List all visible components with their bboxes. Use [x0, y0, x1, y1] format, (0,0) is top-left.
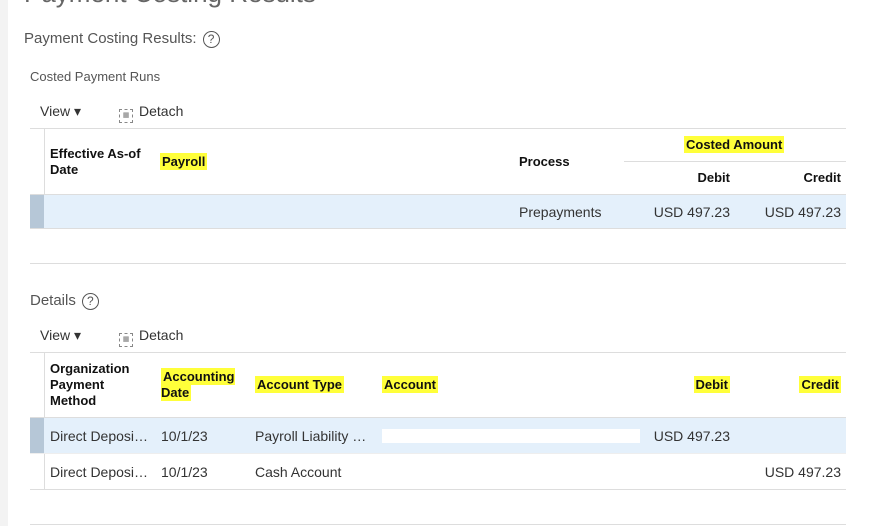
col-account-type[interactable]: Account Type	[255, 376, 344, 393]
col-org-payment-method[interactable]: Organization Payment Method	[50, 361, 150, 409]
cell-credit: USD 497.23	[764, 464, 841, 480]
row-selector[interactable]	[30, 195, 44, 228]
col-credit[interactable]: Credit	[741, 170, 841, 186]
cell-type: Cash Account	[255, 464, 342, 480]
col-accounting-date-label: Accounting Date	[161, 368, 235, 401]
details-title: Details?	[30, 292, 99, 310]
cell-process: Prepayments	[519, 204, 602, 220]
view-menu[interactable]: View ▾	[40, 103, 81, 120]
divider	[30, 263, 846, 264]
col-debit[interactable]: Debit	[630, 170, 731, 186]
costed-amount-label: Costed Amount	[684, 136, 785, 153]
help-icon[interactable]: ?	[81, 292, 99, 310]
help-icon[interactable]: ?	[202, 30, 220, 48]
table-row[interactable]: Direct Deposi… 10/1/23 Cash Account USD …	[30, 454, 846, 489]
detach-label: Detach	[139, 103, 184, 119]
page-title: Payment Costing Results	[24, 0, 316, 9]
col-debit[interactable]: Debit	[630, 376, 730, 393]
divider	[30, 352, 846, 353]
section-title-text: Payment Costing Results:	[24, 30, 197, 47]
col-costed-amount: Costed Amount	[684, 136, 785, 153]
row-selector[interactable]	[30, 418, 44, 453]
cell-method: Direct Deposi…	[50, 428, 149, 444]
cell-debit: USD 497.23	[653, 428, 730, 444]
details-title-text: Details	[30, 292, 76, 309]
col-effective-date[interactable]: Effective As-of Date	[50, 146, 155, 178]
cell-credit: USD 497.23	[764, 204, 841, 220]
view-menu[interactable]: View ▾	[40, 327, 81, 344]
cell-method: Direct Deposi…	[50, 464, 149, 480]
table-row[interactable]: Prepayments USD 497.23 USD 497.23	[30, 195, 846, 228]
cell-type: Payroll Liability …	[255, 428, 367, 444]
cell-date: 10/1/23	[161, 464, 208, 480]
col-accounting-date[interactable]: Accounting Date	[161, 368, 243, 401]
section-title: Payment Costing Results:?	[24, 30, 220, 48]
divider	[30, 489, 846, 490]
cell-date: 10/1/23	[161, 428, 208, 444]
costed-runs-title: Costed Payment Runs	[30, 69, 161, 84]
detach-icon: ▦	[119, 109, 133, 123]
col-credit-label: Credit	[799, 376, 841, 393]
detach-button[interactable]: ▦ Detach	[119, 103, 183, 123]
col-credit[interactable]: Credit	[741, 376, 841, 393]
divider	[30, 524, 846, 525]
col-account[interactable]: Account	[382, 376, 438, 393]
table-row[interactable]: Direct Deposi… 10/1/23 Payroll Liability…	[30, 418, 846, 453]
divider	[30, 128, 846, 129]
detach-icon: ▦	[119, 333, 133, 347]
divider	[30, 228, 846, 229]
divider	[624, 161, 846, 162]
detach-button[interactable]: ▦ Detach	[119, 327, 183, 347]
col-payroll[interactable]: Payroll	[160, 153, 208, 170]
col-process[interactable]: Process	[519, 154, 570, 170]
col-account-type-label: Account Type	[255, 376, 344, 393]
redacted-account	[382, 429, 640, 443]
col-account-label: Account	[382, 376, 438, 393]
col-debit-label: Debit	[693, 376, 730, 393]
cell-debit: USD 497.23	[653, 204, 730, 220]
col-payroll-label: Payroll	[160, 153, 208, 170]
left-edge	[0, 0, 8, 526]
detach-label: Detach	[139, 327, 184, 343]
